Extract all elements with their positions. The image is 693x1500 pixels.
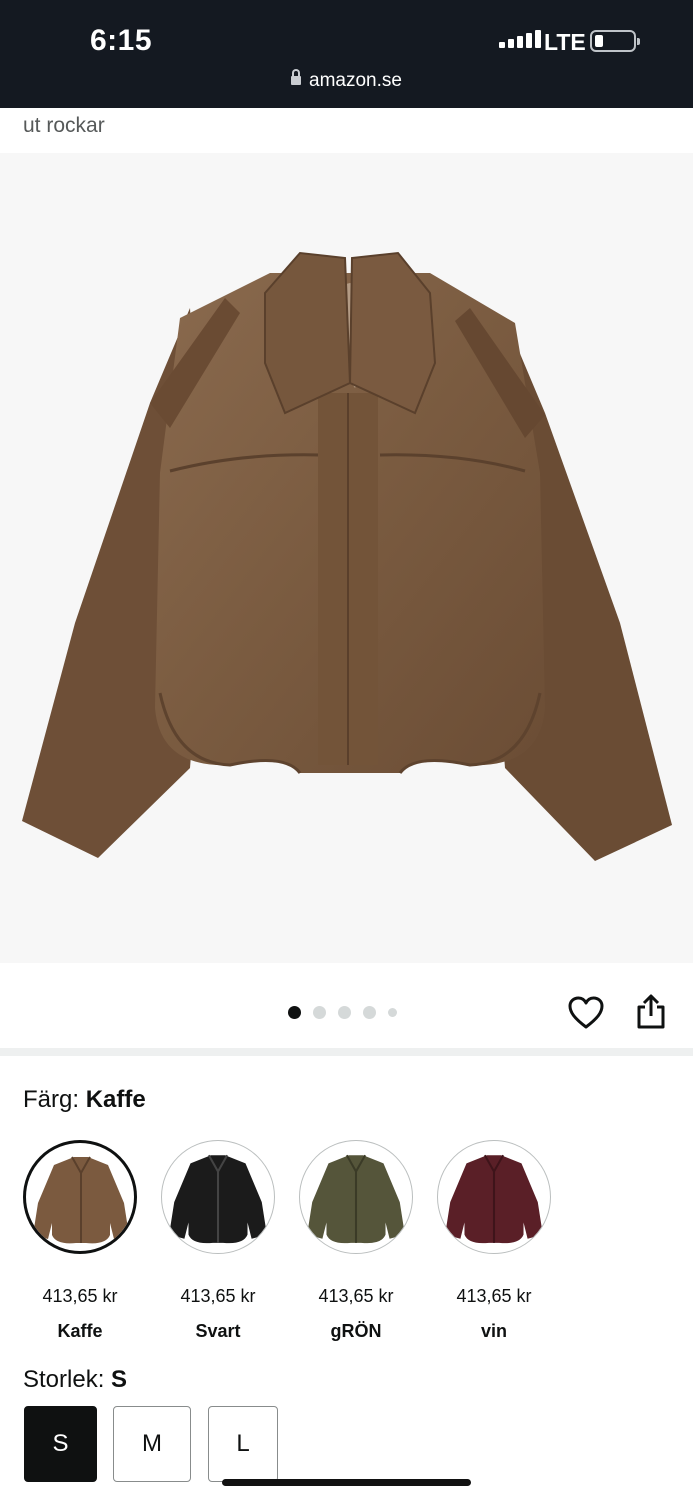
pagination-dot[interactable]	[313, 1006, 326, 1019]
url-text: amazon.se	[309, 70, 402, 91]
product-image[interactable]	[0, 153, 693, 963]
swatch-price: 413,65 kr	[456, 1286, 532, 1306]
size-label-prefix: Storlek:	[23, 1366, 105, 1393]
swatch-image	[299, 1140, 413, 1254]
swatch-name: vin	[480, 1321, 507, 1341]
swatch-name: gRÖN	[330, 1321, 382, 1341]
section-divider	[0, 1048, 693, 1056]
status-time: 6:15	[90, 24, 153, 57]
heart-icon[interactable]	[568, 996, 604, 1030]
color-swatch-kaffe[interactable]: 413,65 kr Kaffe	[23, 1140, 137, 1342]
network-type: LTE	[544, 29, 586, 55]
pagination-dot[interactable]	[388, 1008, 397, 1017]
size-button-m[interactable]: M	[113, 1406, 191, 1482]
selected-color-name: Kaffe	[85, 1086, 146, 1113]
lock-icon	[291, 69, 302, 85]
share-icon[interactable]	[635, 994, 667, 1030]
size-button-l[interactable]: L	[208, 1406, 278, 1482]
color-swatch-gron[interactable]: 413,65 kr gRÖN	[299, 1140, 413, 1342]
color-label: Färg: Kaffe	[23, 1086, 146, 1114]
swatch-price: 413,65 kr	[42, 1286, 118, 1306]
swatch-price: 413,65 kr	[180, 1286, 256, 1306]
image-pagination[interactable]	[288, 1006, 397, 1019]
swatch-image	[437, 1140, 551, 1254]
swatch-image	[23, 1140, 137, 1254]
pagination-dot[interactable]	[288, 1006, 301, 1019]
signal-icon	[499, 30, 541, 48]
pagination-dot[interactable]	[338, 1006, 351, 1019]
jacket-illustration	[22, 251, 672, 861]
product-title: ut rockar	[23, 114, 105, 137]
selected-size: S	[111, 1366, 128, 1393]
size-button-s[interactable]: S	[24, 1406, 97, 1482]
color-swatch-svart[interactable]: 413,65 kr Svart	[161, 1140, 275, 1342]
size-label: Storlek: S	[23, 1366, 127, 1394]
home-indicator[interactable]	[222, 1479, 471, 1486]
swatch-image	[161, 1140, 275, 1254]
color-swatch-vin[interactable]: 413,65 kr vin	[437, 1140, 551, 1342]
address-bar[interactable]: amazon.se	[0, 69, 693, 92]
swatch-name: Kaffe	[57, 1321, 103, 1341]
swatch-price: 413,65 kr	[318, 1286, 394, 1306]
color-label-prefix: Färg:	[23, 1086, 80, 1113]
status-bar: 6:15 LTE amazon.se	[0, 0, 693, 108]
swatch-name: Svart	[195, 1321, 241, 1341]
pagination-dot[interactable]	[363, 1006, 376, 1019]
battery-icon	[590, 30, 640, 52]
